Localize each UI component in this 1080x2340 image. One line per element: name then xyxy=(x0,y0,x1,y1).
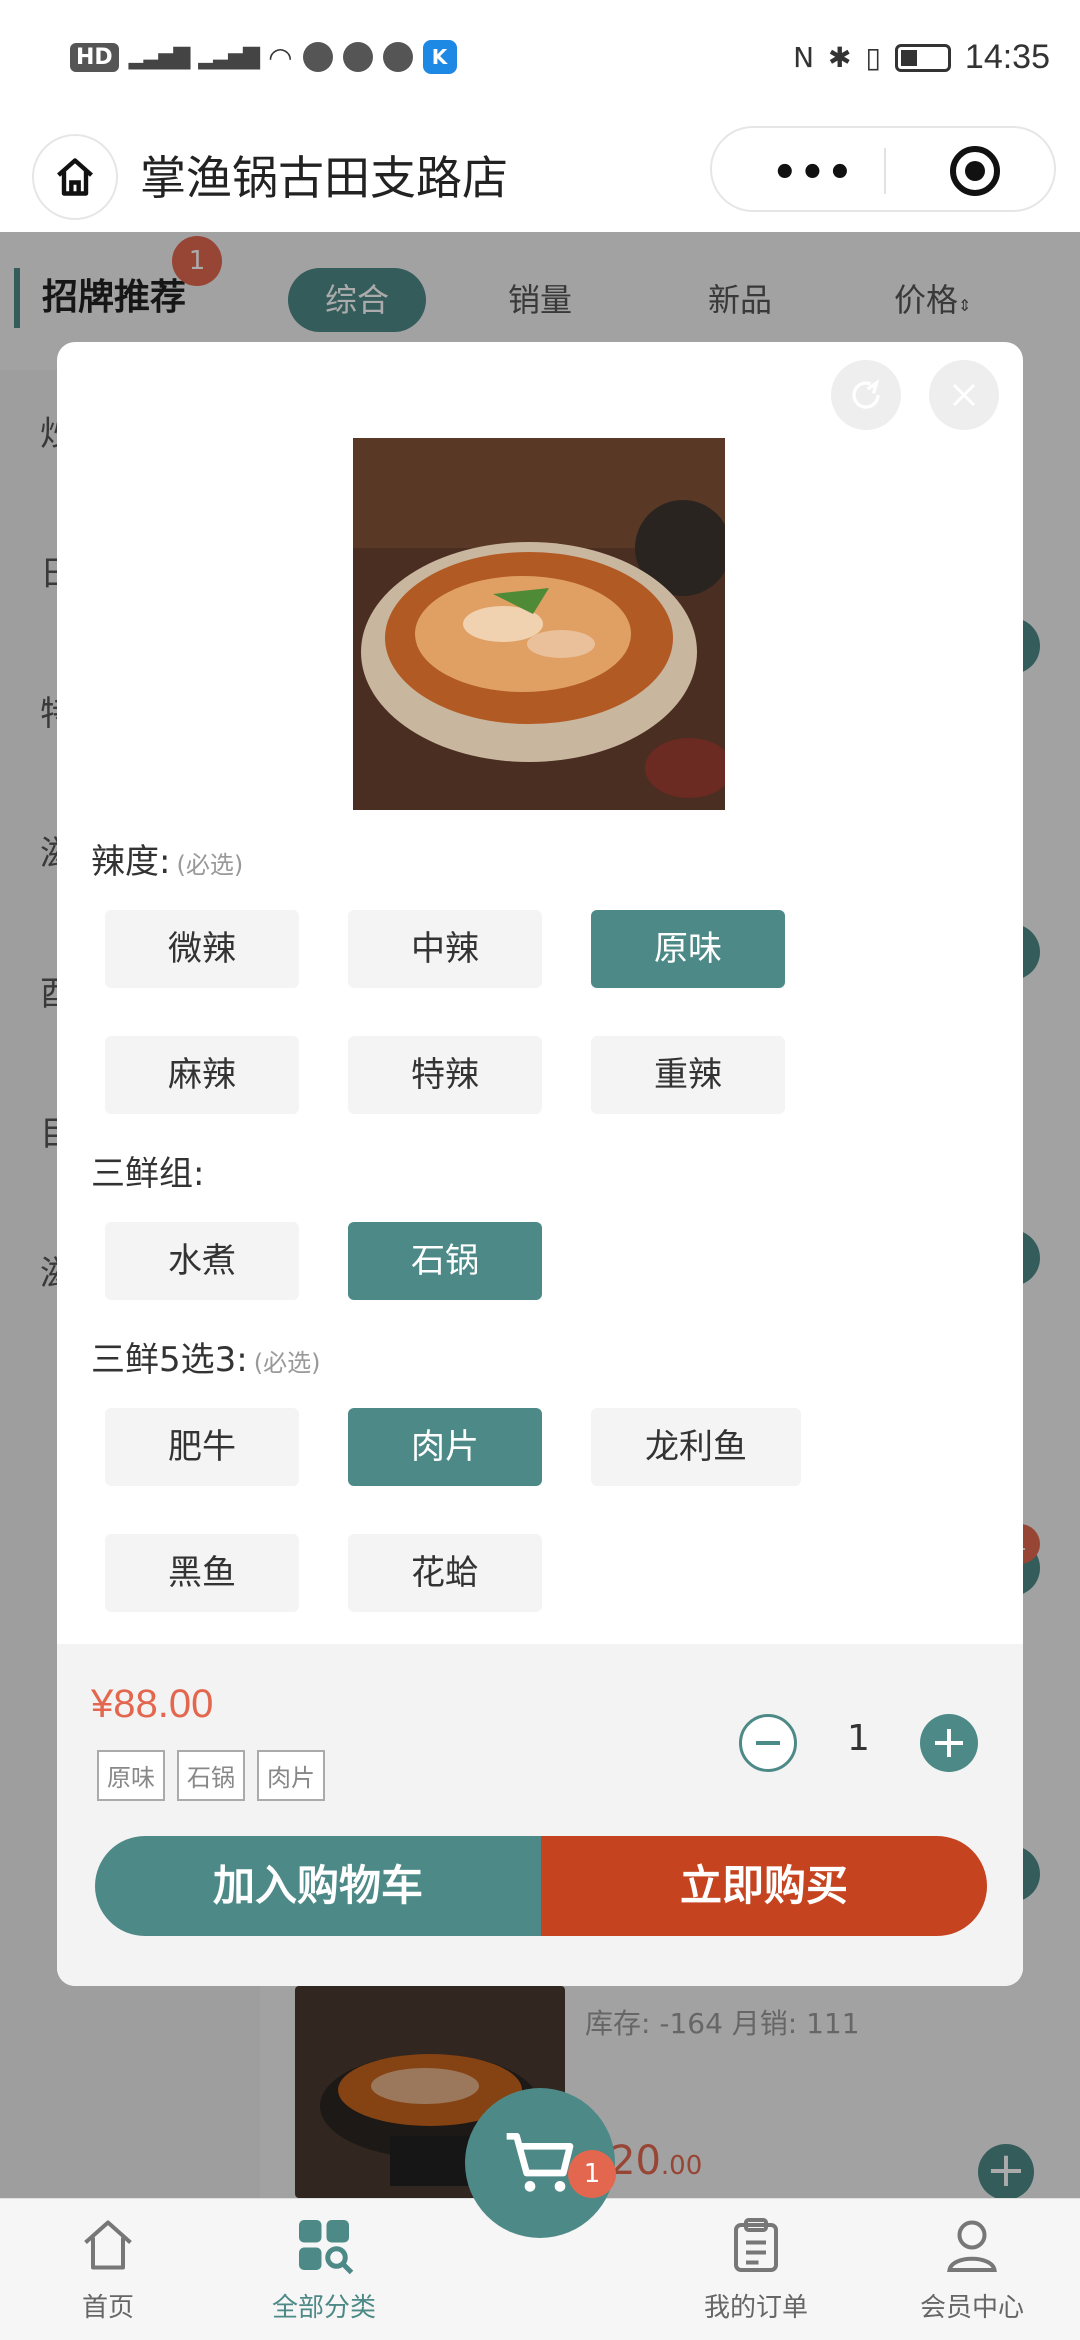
more-button[interactable]: ••• xyxy=(772,150,855,196)
home-icon xyxy=(84,2220,132,2270)
sanxian-choose-label: 三鲜5选3: (必选) xyxy=(91,1340,321,1380)
tab-home[interactable]: 首页 xyxy=(28,2215,188,2324)
capsule-menu: ••• xyxy=(710,126,1056,212)
signal-icon: ▂▃▅▇ xyxy=(128,44,191,70)
status-bar: HD ▂▃▅▇ ▂▃▅▇ ◠ K N ✱ ▯ 14:35 xyxy=(0,0,1080,120)
tab-label: 我的订单 xyxy=(703,2293,808,2323)
selected-tag: 肉片 xyxy=(257,1750,325,1801)
battery-icon xyxy=(894,43,951,72)
tab-label: 全部分类 xyxy=(271,2293,376,2323)
buy-now-button[interactable]: 立即购买 xyxy=(541,1836,987,1936)
app-k-icon: K xyxy=(422,40,457,74)
user-icon xyxy=(947,2220,997,2272)
nav-bar: 掌渔锅古田支路店 ••• xyxy=(0,120,1080,232)
capsule-divider xyxy=(884,148,886,194)
status-right-icons: N ✱ ▯ 14:35 xyxy=(793,38,1050,77)
price: ¥88.00 xyxy=(91,1682,214,1726)
wifi-icon: ◠ xyxy=(268,40,293,74)
clipboard-icon xyxy=(734,2218,778,2272)
spec-modal: 辣度: (必选) 微辣 中辣 原味 麻辣 特辣 重辣 三鲜组: 水煮 石锅 三鲜5… xyxy=(57,342,1023,1986)
home-button[interactable] xyxy=(32,134,118,220)
tab-member-center[interactable]: 会员中心 xyxy=(892,2215,1052,2324)
option-pork-slices[interactable]: 肉片 xyxy=(348,1408,542,1486)
dish-image xyxy=(353,438,725,810)
quantity-value: 1 xyxy=(847,1718,870,1759)
category-search-icon xyxy=(299,2220,354,2275)
option-medium[interactable]: 中辣 xyxy=(348,910,542,988)
add-to-cart-button[interactable]: 加入购物车 xyxy=(95,1836,541,1936)
clock: 14:35 xyxy=(964,38,1050,76)
option-numbing[interactable]: 麻辣 xyxy=(105,1036,299,1114)
spice-label: 辣度: (必选) xyxy=(91,842,244,882)
bluetooth-icon: ✱ xyxy=(828,41,852,74)
required-hint: (必选) xyxy=(253,1349,321,1377)
option-sole-fish[interactable]: 龙利鱼 xyxy=(591,1408,801,1486)
cart-icon xyxy=(506,2133,574,2192)
close-button[interactable] xyxy=(929,360,999,430)
qq-icon xyxy=(382,42,413,72)
option-stone-pot[interactable]: 石锅 xyxy=(348,1222,542,1300)
selected-tag: 原味 xyxy=(97,1750,165,1801)
tab-my-orders[interactable]: 我的订单 xyxy=(676,2215,836,2324)
option-snakehead[interactable]: 黑鱼 xyxy=(105,1534,299,1612)
option-original[interactable]: 原味 xyxy=(591,910,785,988)
sanxian-group-label: 三鲜组: xyxy=(91,1154,205,1194)
tab-label: 会员中心 xyxy=(919,2293,1024,2323)
option-beef[interactable]: 肥牛 xyxy=(105,1408,299,1486)
selected-tags: 原味 石锅 肉片 xyxy=(97,1750,325,1801)
modal-footer: ¥88.00 原味 石锅 肉片 1 加入购物车 立即购买 xyxy=(57,1644,1023,1986)
close-icon xyxy=(952,383,976,407)
wechat-icon-2 xyxy=(342,42,373,72)
tab-label: 首页 xyxy=(81,2293,134,2323)
share-button[interactable] xyxy=(831,360,901,430)
quantity-decrease-button[interactable] xyxy=(739,1714,797,1772)
required-hint: (必选) xyxy=(176,851,244,879)
wechat-icon xyxy=(302,42,333,72)
vibrate-icon: ▯ xyxy=(865,41,881,74)
option-mild[interactable]: 微辣 xyxy=(105,910,299,988)
option-very-hot[interactable]: 重辣 xyxy=(591,1036,785,1114)
home-icon xyxy=(57,158,93,196)
hd-indicator: HD xyxy=(70,42,119,72)
status-left-icons: HD ▂▃▅▇ ▂▃▅▇ ◠ K xyxy=(70,40,457,74)
share-icon xyxy=(852,379,880,409)
option-boiled[interactable]: 水煮 xyxy=(105,1222,299,1300)
option-extra-hot[interactable]: 特辣 xyxy=(348,1036,542,1114)
page-title: 掌渔锅古田支路店 xyxy=(140,151,508,205)
selected-tag: 石锅 xyxy=(177,1750,245,1801)
nfc-icon: N xyxy=(793,41,815,74)
signal-icon-2: ▂▃▅▇ xyxy=(198,44,260,70)
option-clam[interactable]: 花蛤 xyxy=(348,1534,542,1612)
tab-all-categories[interactable]: 全部分类 xyxy=(244,2215,404,2324)
cart-count-badge: 1 xyxy=(568,2150,616,2198)
quantity-increase-button[interactable] xyxy=(920,1714,978,1772)
close-miniprogram-button[interactable] xyxy=(950,146,1000,196)
